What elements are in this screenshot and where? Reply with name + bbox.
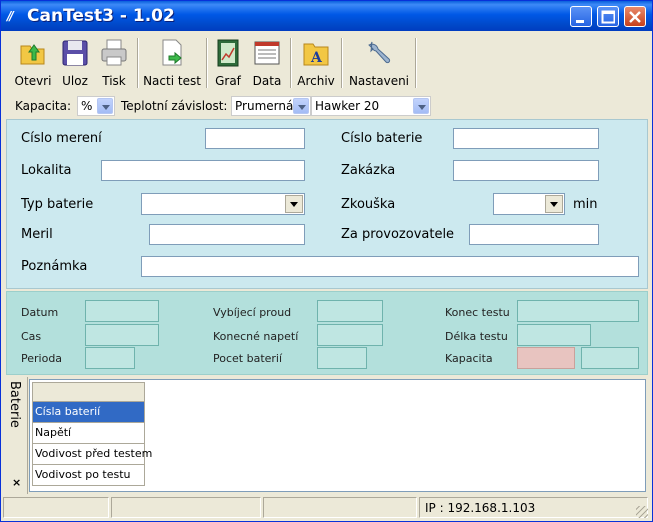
load-test-button[interactable]: Nacti test (143, 36, 201, 90)
discharge-current-label: Vybíjecí proud (213, 306, 292, 319)
operator-label: Za provozovatele (341, 227, 455, 242)
battery-type-label: Typ baterie (21, 197, 94, 212)
archive-button[interactable]: A Archiv (295, 36, 337, 90)
discharge-current-value (317, 300, 383, 322)
data-sheet-icon (254, 41, 280, 65)
date-value (85, 300, 159, 322)
note-input[interactable] (141, 256, 639, 277)
battery-type-select[interactable]: Hawker 20 (311, 96, 431, 116)
measured-by-input[interactable] (149, 224, 305, 245)
location-input[interactable] (101, 160, 305, 181)
batteries-tab-label: Baterie (7, 381, 22, 428)
toolbar: Otevri Uloz Tisk Nacti test Graf Data A … (3, 34, 650, 92)
test-duration-combo[interactable] (493, 193, 565, 215)
status-bar: IP : 192.168.1.103 (3, 496, 650, 520)
status-panel-1 (3, 497, 109, 518)
minimize-icon (576, 20, 584, 23)
close-panel-icon[interactable]: × (12, 476, 21, 489)
measurement-number-label: Císlo merení (21, 131, 102, 146)
chart-button[interactable]: Graf (211, 36, 245, 90)
capacity-unit-select[interactable]: % (77, 96, 115, 116)
open-folder-icon (20, 44, 45, 65)
minutes-label: min (573, 197, 598, 212)
test-summary-panel: Datum Cas Perioda Vybíjecí proud Konecné… (6, 291, 648, 375)
order-input[interactable] (453, 160, 599, 181)
toolbar-separator (137, 38, 139, 88)
status-panel-3 (263, 497, 417, 518)
period-value (85, 347, 135, 369)
load-document-icon (162, 39, 182, 66)
toolbar-separator (341, 38, 343, 88)
capacity-value (581, 347, 639, 369)
chart-icon (217, 39, 239, 67)
close-icon (629, 11, 641, 23)
period-label: Perioda (21, 352, 63, 365)
capacity-indicator (517, 347, 575, 369)
chevron-down-icon[interactable] (545, 195, 563, 213)
app-icon: // (7, 9, 14, 23)
battery-number-label: Císlo baterie (341, 131, 423, 146)
test-end-label: Konec testu (445, 306, 510, 319)
save-disk-icon (62, 40, 88, 66)
capacity-label: Kapacita: (15, 99, 72, 113)
note-label: Poznámka (21, 259, 88, 274)
time-label: Cas (21, 330, 42, 343)
grid-row-conductance-after[interactable]: Vodivost po testu (32, 465, 145, 486)
printer-icon (101, 39, 127, 66)
minimize-button[interactable] (570, 6, 592, 27)
print-button[interactable]: Tisk (97, 36, 131, 90)
app-window: // CanTest3 - 1.02 Otevri Uloz Tisk Nact… (0, 0, 653, 522)
battery-count-label: Pocet baterií (213, 352, 283, 365)
archive-folder-icon: A (303, 43, 329, 66)
final-voltage-label: Konecné napetí (213, 330, 299, 343)
battery-type-combo[interactable] (141, 193, 305, 215)
temperature-dependence-label: Teplotní závislost: (121, 99, 228, 113)
measured-by-label: Meril (21, 227, 53, 242)
chevron-down-icon[interactable] (285, 195, 303, 213)
open-button[interactable]: Otevri (13, 36, 53, 90)
window-title: CanTest3 - 1.02 (27, 6, 175, 26)
chevron-down-icon (293, 98, 309, 114)
chevron-down-icon (97, 98, 113, 114)
resize-grip[interactable] (636, 506, 648, 518)
title-bar[interactable]: // CanTest3 - 1.02 (1, 1, 652, 31)
chevron-down-icon (413, 98, 429, 114)
options-strip: Kapacita: % Teplotní závislost: Prumerná… (3, 94, 650, 118)
grid-row-voltage[interactable]: Napětí (32, 423, 145, 444)
test-duration-label: Délka testu (445, 330, 508, 343)
grid-row-conductance-before[interactable]: Vodivost před testem (32, 444, 152, 465)
svg-text:A: A (310, 50, 323, 66)
toolbar-separator (415, 38, 417, 88)
data-button[interactable]: Data (249, 36, 285, 90)
measurement-form: Císlo merení Císlo baterie Lokalita Zaká… (6, 119, 648, 289)
final-voltage-value (317, 324, 383, 346)
temperature-dependence-select[interactable]: Prumerná (231, 96, 311, 116)
time-value (85, 324, 159, 346)
measurement-number-input[interactable] (205, 128, 305, 149)
capacity-result-label: Kapacita (445, 352, 493, 365)
ip-address-status: IP : 192.168.1.103 (419, 497, 648, 518)
test-end-value (517, 300, 639, 322)
location-label: Lokalita (21, 163, 72, 178)
battery-number-input[interactable] (453, 128, 599, 149)
date-label: Datum (21, 306, 59, 319)
settings-wrench-icon (368, 41, 391, 64)
save-button[interactable]: Uloz (57, 36, 93, 90)
maximize-icon (601, 10, 615, 24)
battery-count-value (317, 347, 367, 369)
order-label: Zakázka (341, 163, 396, 178)
close-button[interactable] (624, 6, 646, 27)
maximize-button[interactable] (597, 6, 619, 27)
grid-header-cell (32, 382, 145, 402)
status-panel-2 (111, 497, 261, 518)
test-label: Zkouška (341, 197, 396, 212)
grid-row-battery-numbers[interactable]: Císla baterií (32, 402, 145, 423)
operator-input[interactable] (469, 224, 599, 245)
batteries-grid[interactable]: Císla baterií Napětí Vodivost před teste… (29, 379, 646, 492)
settings-button[interactable]: Nastaveni (347, 36, 411, 90)
toolbar-separator (206, 38, 208, 88)
test-duration-value (517, 324, 591, 346)
batteries-side-tab[interactable]: Baterie × (6, 377, 28, 494)
toolbar-separator (290, 38, 292, 88)
